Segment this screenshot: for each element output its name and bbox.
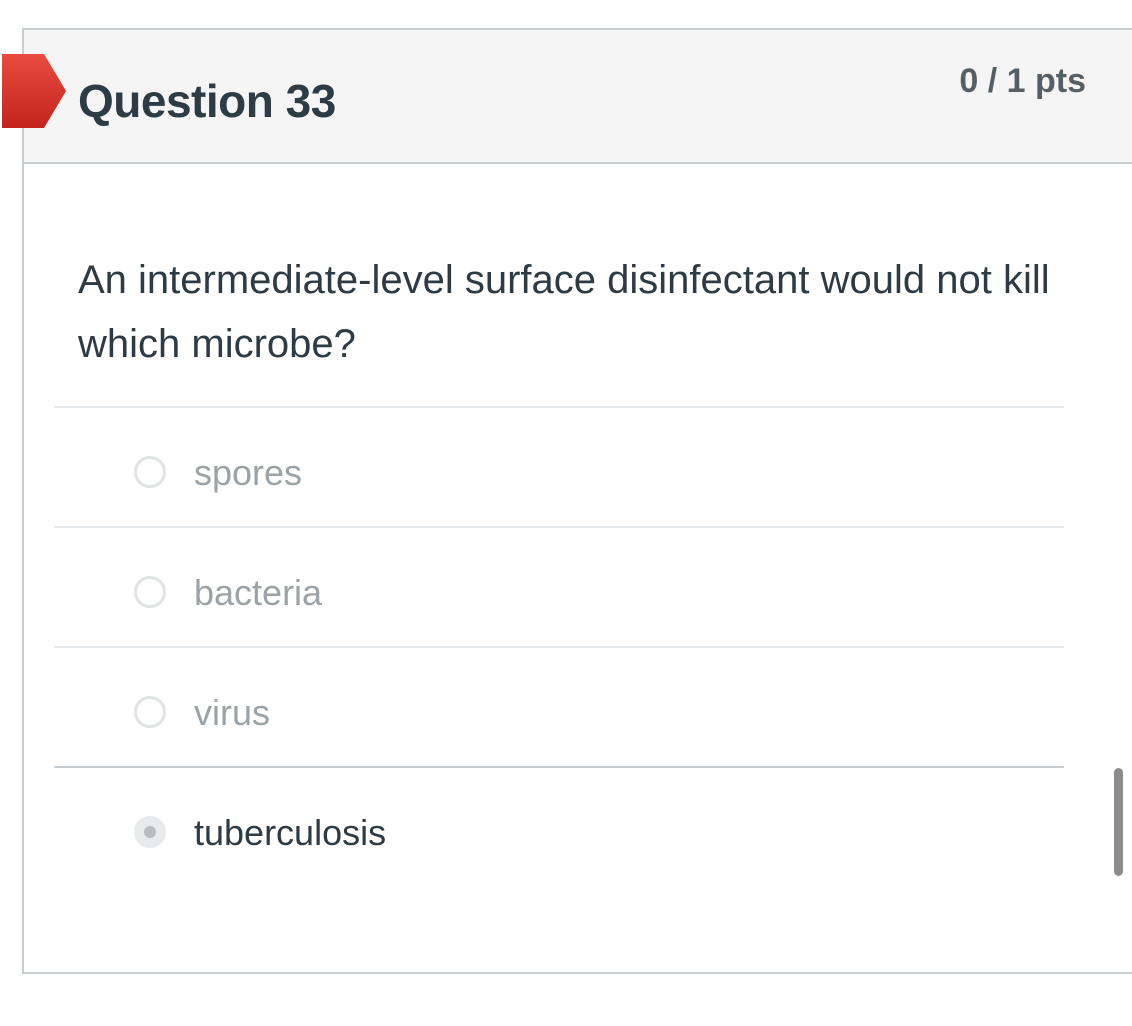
answer-option[interactable]: spores bbox=[54, 406, 1064, 526]
radio-button[interactable] bbox=[134, 456, 166, 488]
answer-list: spores bacteria virus tuberculosis bbox=[54, 406, 1064, 886]
quiz-page: Question 33 0 / 1 pts An intermediate-le… bbox=[0, 0, 1132, 1026]
flag-marker-icon bbox=[2, 54, 66, 128]
answer-option[interactable]: bacteria bbox=[54, 526, 1064, 646]
radio-button[interactable] bbox=[134, 696, 166, 728]
radio-button[interactable] bbox=[134, 576, 166, 608]
answer-label: tuberculosis bbox=[194, 812, 387, 853]
question-text: An intermediate-level surface disinfecta… bbox=[78, 258, 1050, 366]
scrollbar-thumb[interactable] bbox=[1114, 768, 1123, 876]
answer-option[interactable]: virus bbox=[54, 646, 1064, 766]
answer-label: virus bbox=[194, 692, 271, 733]
answer-label: bacteria bbox=[194, 572, 323, 613]
points-value: 0 / 1 pts bbox=[959, 62, 1086, 100]
question-title: Question 33 bbox=[78, 75, 336, 127]
answer-label: spores bbox=[194, 452, 303, 493]
answer-option-selected[interactable]: tuberculosis bbox=[54, 766, 1064, 886]
radio-button-selected[interactable] bbox=[134, 816, 166, 848]
question-header: Question 33 0 / 1 pts bbox=[2, 30, 1132, 164]
